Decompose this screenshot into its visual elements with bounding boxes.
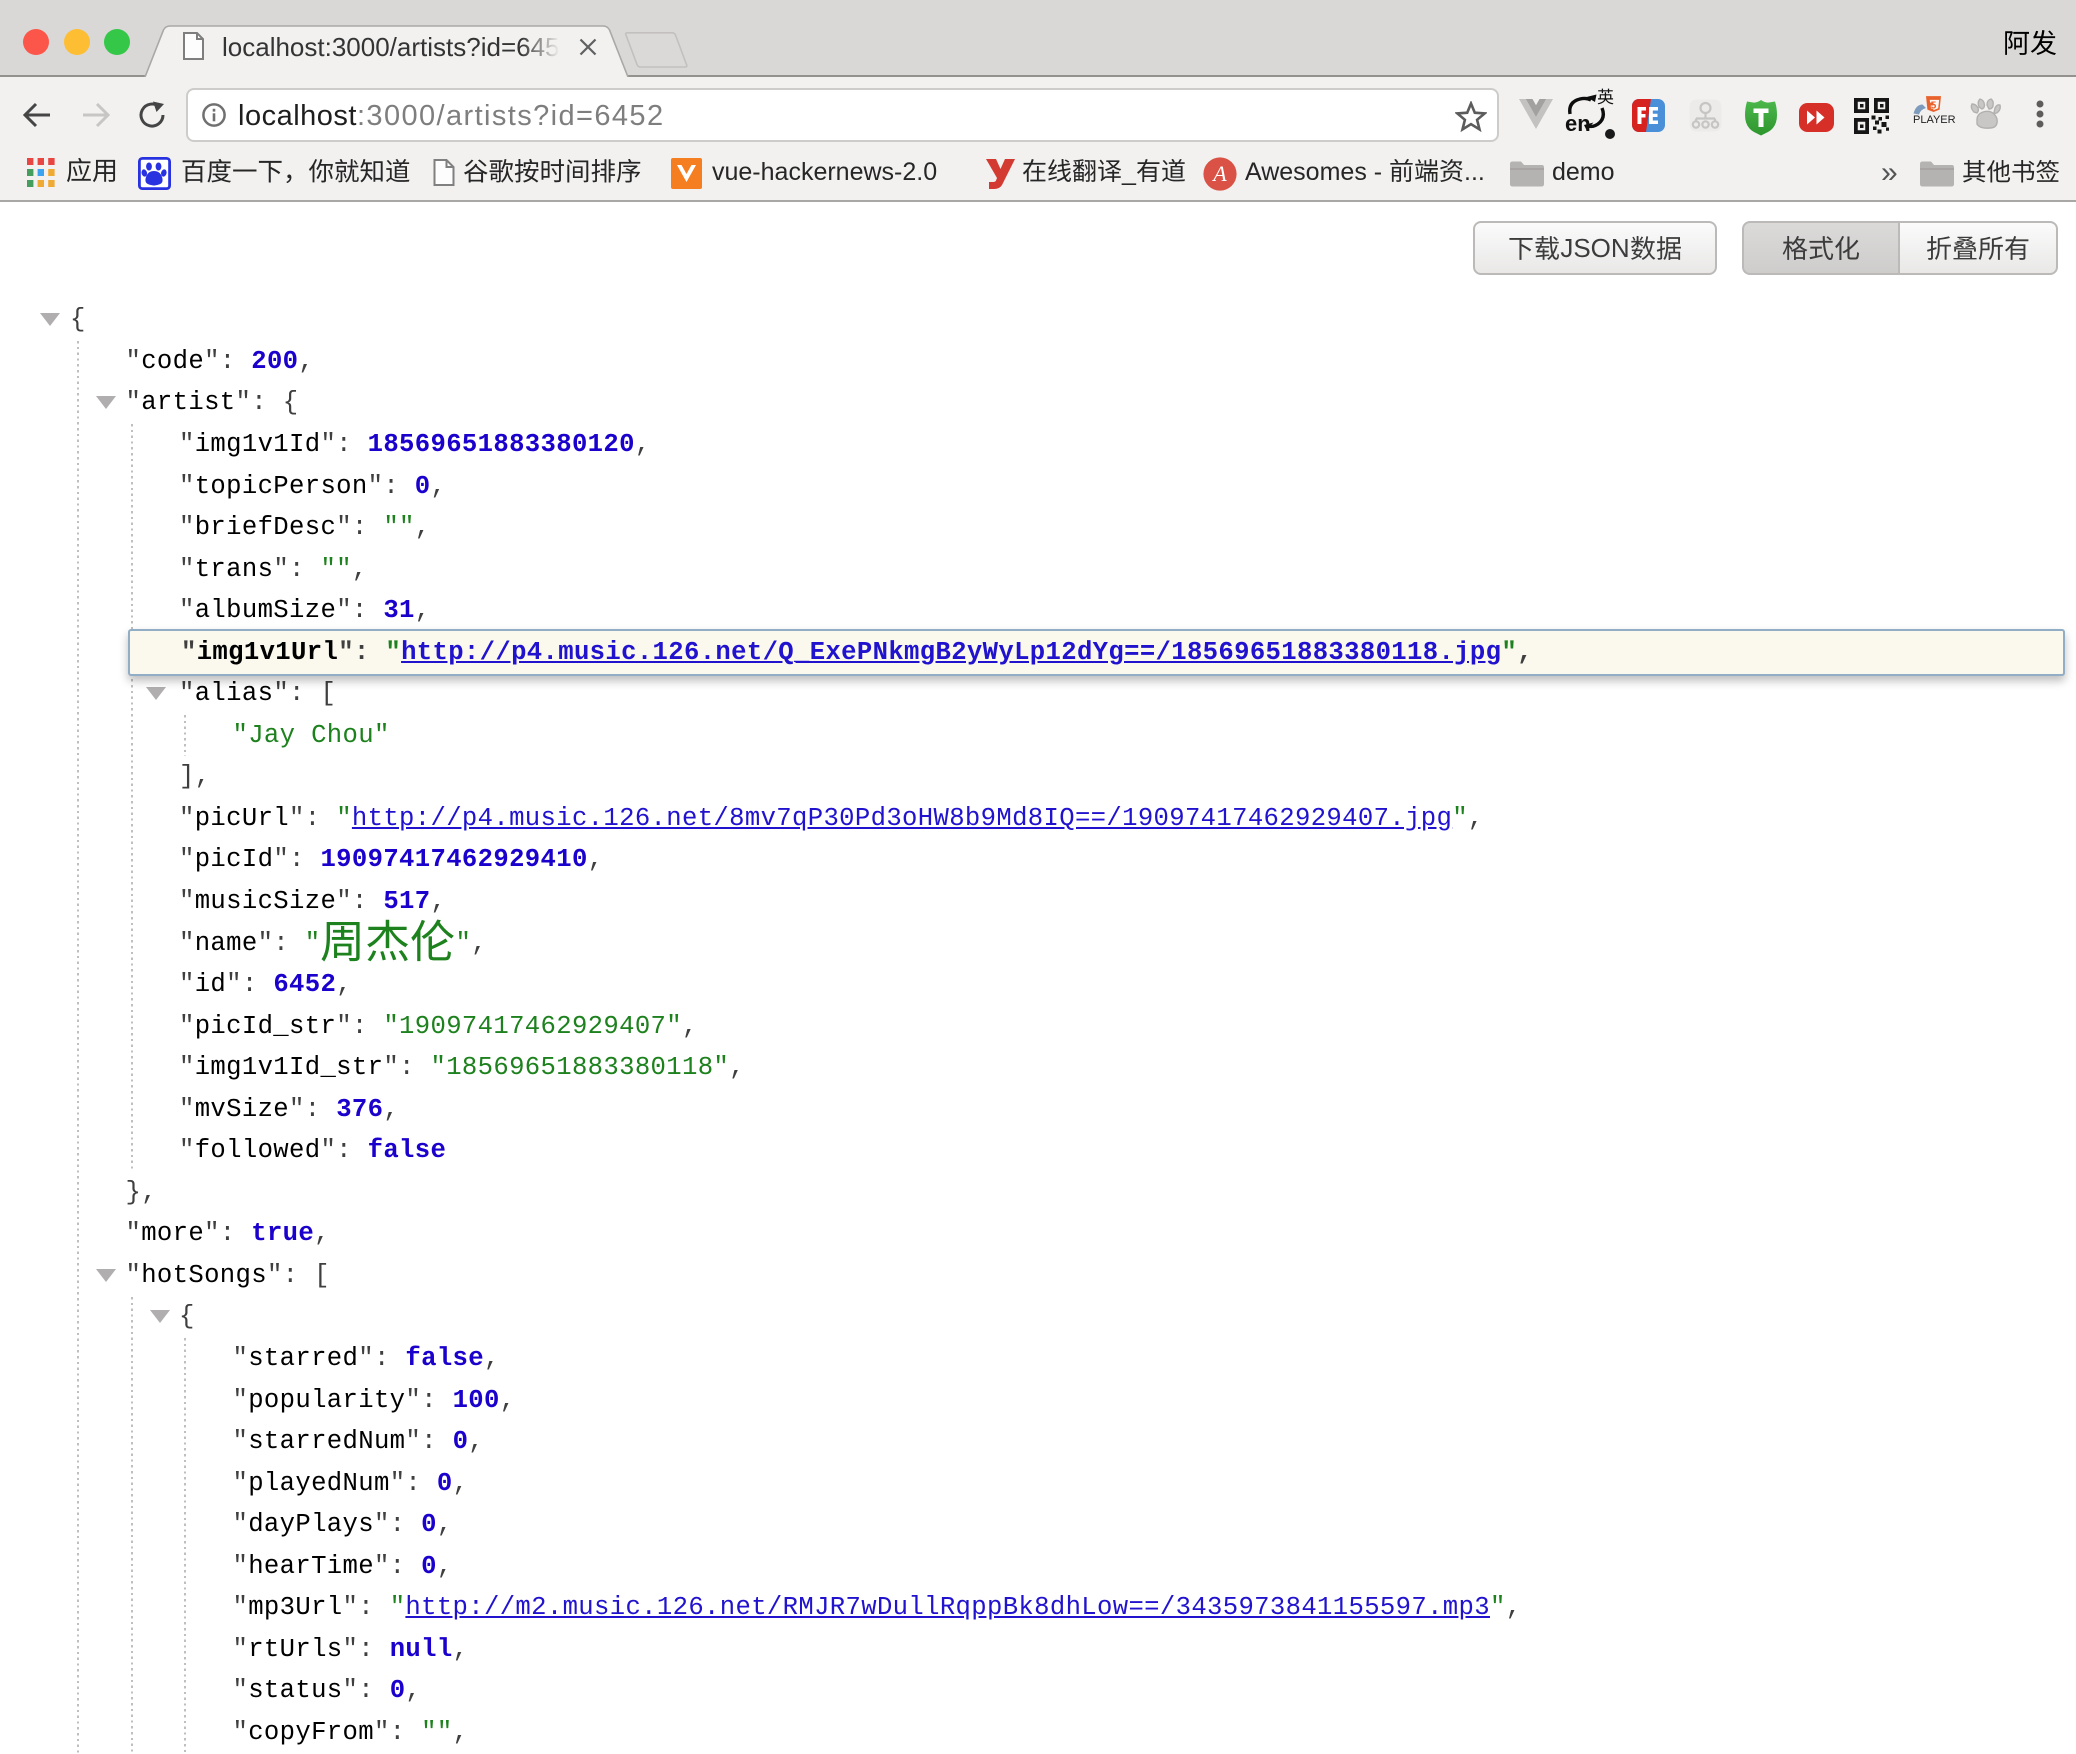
svg-text:5: 5 [1931,100,1937,111]
svg-text:A: A [1211,161,1227,186]
